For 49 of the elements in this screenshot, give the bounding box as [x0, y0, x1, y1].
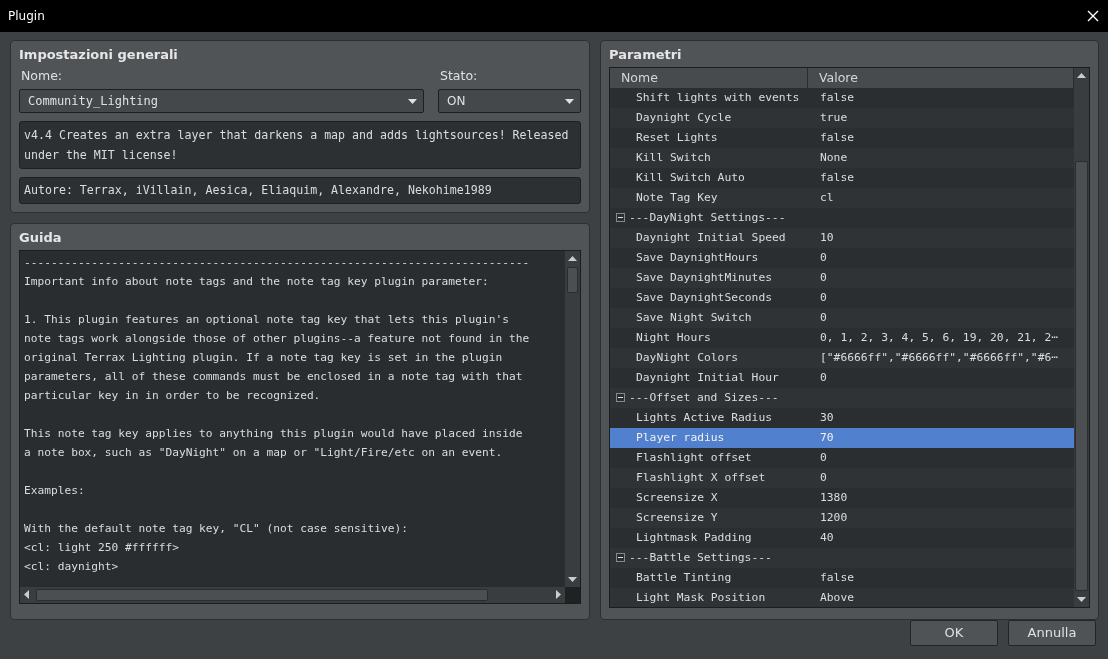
vertical-scrollbar[interactable]	[1074, 67, 1089, 607]
close-icon[interactable]	[1086, 9, 1100, 23]
parameter-row[interactable]: Screensize Y 1200	[610, 507, 1074, 528]
column-header[interactable]: Nome	[610, 67, 808, 88]
guide-text-line: With the default note tag key, "CL" (not case sensitive):	[24, 520, 409, 537]
state-dropdown[interactable]: ON	[438, 89, 581, 114]
guide-text-line: Examples:	[24, 482, 86, 499]
vertical-scrollbar[interactable]	[565, 250, 580, 587]
guide-text-line: particular key in in order to be recognized.	[24, 387, 322, 404]
parameter-row[interactable]: Flashlight X offset 0	[610, 467, 1074, 488]
guide-text-line: Important info about note tags and the note tag key plugin parameter:	[24, 273, 490, 290]
parameter-row[interactable]: Save Night Switch 0	[610, 307, 1074, 328]
field-label: Nome:	[20, 66, 64, 85]
panel-title: Guida	[19, 229, 63, 248]
parameter-row[interactable]: Save DaynightMinutes 0	[610, 267, 1074, 288]
window-title: Plugin	[8, 8, 45, 25]
description-text: v4.4 Creates an extra layer that darkens a map and adds lightsources! Released under the MIT license!	[19, 121, 581, 170]
dropdown-arrow-icon	[565, 98, 574, 104]
parameter-row[interactable]: Daynight Cycle true	[610, 107, 1074, 128]
parameter-row[interactable]: DayNight Colors ["#6666ff","#6666ff","#6666ff","#6⋯	[610, 347, 1074, 368]
guide-text-line: a note box, such as "DayNight" on a map or "Light/Fire/etc on an event.	[24, 444, 504, 461]
panel-title: Impostazioni generali	[19, 46, 179, 64]
guide-text-line: This note tag key applies to anything this plugin would have placed inside	[24, 425, 524, 442]
collapse-icon[interactable]	[616, 553, 625, 562]
scroll-thumb[interactable]	[1075, 160, 1088, 591]
dropdown-arrow-icon	[408, 98, 417, 104]
parameter-row[interactable]: Kill Switch None	[610, 147, 1074, 168]
guide-text-line: <cl: light 250 #ffffff>	[24, 539, 180, 556]
scroll-thumb[interactable]	[567, 266, 578, 293]
collapse-icon[interactable]	[616, 393, 625, 402]
group-label[interactable]: ---DayNight Settings---	[629, 207, 786, 228]
guide-text-line: <cl: daynight>	[24, 558, 120, 575]
dialog-button[interactable]: OK	[910, 620, 998, 646]
panel-title: Parametri	[609, 46, 683, 64]
guide-text-line: original Terrax Lighting plugin. If a note tag key is set in the plugin	[24, 349, 504, 366]
guide-text-line: parameters, all of these commands must be enclosed in a note tag with that	[24, 368, 524, 385]
guide-text-line: ---------------------------------------------------------------------------	[24, 254, 531, 271]
name-dropdown[interactable]: Community_Lighting	[19, 89, 424, 114]
author-text: Autore: Terrax, iVillain, Aesica, Eliaquim, Alexandre, Nekohime1989	[19, 177, 581, 205]
collapse-icon[interactable]	[616, 213, 625, 222]
parameter-row[interactable]: Note Tag Key cl	[610, 187, 1074, 208]
parameter-row[interactable]: Player radius 70	[610, 427, 1074, 448]
field-label: Stato:	[439, 66, 479, 85]
guide-text-line: 1. This plugin features an optional note tag key that lets this plugin's	[24, 311, 510, 328]
parameter-row[interactable]: Daynight Initial Speed 10	[610, 227, 1074, 248]
horizontal-scrollbar[interactable]	[20, 586, 565, 603]
scroll-thumb[interactable]	[36, 588, 488, 601]
guide-text-line: note tags work alongside those of other plugins--a feature not found in the	[24, 330, 531, 347]
dialog-button[interactable]: Annulla	[1008, 620, 1096, 646]
